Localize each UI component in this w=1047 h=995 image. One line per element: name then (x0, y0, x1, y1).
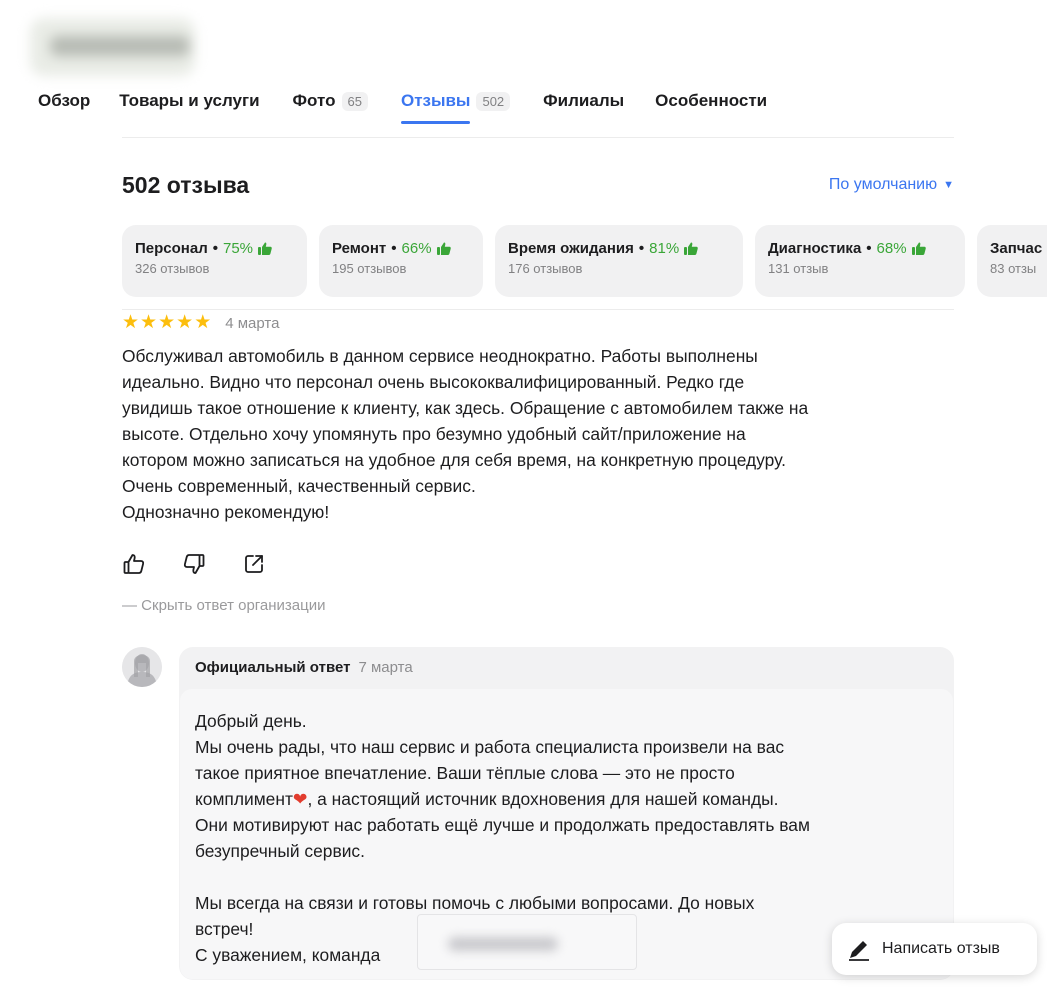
person-icon (122, 647, 162, 687)
aspect-count: 83 отзы (990, 261, 1037, 276)
aspect-filters: Персонал • 75% 326 отзывов Ремонт • 66% 195 … (122, 225, 1047, 297)
tab-branches[interactable]: Филиалы (543, 88, 624, 114)
thumbs-up-icon (684, 242, 698, 255)
star-icon: ★ (194, 312, 212, 333)
aspect-name: Диагностика (768, 240, 862, 257)
tab-label: Филиалы (543, 91, 625, 110)
thumbs-up-icon (436, 242, 451, 255)
write-review-button[interactable]: Написать отзыв (832, 923, 1037, 975)
aspect-percent: 68% (876, 240, 907, 257)
aspect-percent: 75% (223, 240, 254, 257)
aspect-chip-staff[interactable]: Персонал • 75% 326 отзывов (122, 225, 307, 297)
tab-label: Товары и услуги (119, 91, 260, 110)
aspect-chip-repair[interactable]: Ремонт • 66% 195 отзывов (319, 225, 483, 297)
star-icon: ★ (158, 312, 176, 333)
star-icon: ★ (122, 312, 140, 333)
blurred-company-name (417, 914, 637, 970)
aspect-percent: 66% (401, 240, 432, 257)
heart-icon: ❤ (292, 789, 308, 809)
aspect-percent: 81% (649, 240, 680, 257)
aspect-chip-parts[interactable]: Запчас 83 отзы (977, 225, 1047, 297)
aspect-count: 326 отзывов (135, 261, 210, 276)
aspect-count: 195 отзывов (332, 261, 407, 276)
caret-down-icon: ▼ (943, 179, 954, 191)
answer-header: Официальный ответ 7 марта (195, 659, 413, 676)
tab-count: 65 (341, 91, 368, 111)
answer-date: 7 марта (358, 659, 413, 676)
tab-label: Особенности (655, 91, 768, 110)
star-icon: ★ (176, 312, 194, 333)
like-icon[interactable] (122, 552, 146, 576)
write-review-label: Написать отзыв (882, 940, 1000, 957)
aspect-chip-waiting-time[interactable]: Время ожидания • 81% 176 отзывов (495, 225, 743, 297)
thumbs-up-icon (911, 242, 926, 255)
pencil-icon (849, 941, 869, 961)
dislike-icon[interactable] (182, 552, 206, 576)
org-tabs: Обзор Товары и услуги Фото 65 Отзывы 502… (38, 88, 767, 124)
answer-label: Официальный ответ (195, 659, 351, 676)
review-actions (122, 552, 266, 576)
reviews-heading: 502 отзыва (122, 172, 250, 198)
sort-dropdown[interactable]: По умолчанию ▼ (829, 176, 954, 194)
aspect-name: Ремонт (332, 240, 387, 257)
tab-count: 502 (476, 91, 511, 111)
thumbs-up-icon (258, 242, 272, 255)
divider (122, 137, 954, 138)
aspect-count: 176 отзывов (508, 261, 583, 276)
hide-answer-link[interactable]: — Скрыть ответ организации (122, 597, 326, 614)
tab-label: Отзывы (400, 91, 471, 110)
tab-goods-services[interactable]: Товары и услуги (119, 88, 259, 114)
active-tab-indicator (400, 121, 470, 124)
review-rating: ★ ★ ★ ★ ★ 4 марта (122, 313, 279, 333)
blurred-logo (30, 18, 195, 76)
tab-label: Обзор (38, 91, 91, 110)
aspect-name: Время ожидания (508, 240, 634, 257)
review-text: Обслуживал автомобиль в данном сервисе н… (122, 346, 809, 522)
tab-label: Фото (292, 91, 336, 110)
aspect-name: Запчас (990, 240, 1043, 257)
aspect-chip-diagnostics[interactable]: Диагностика • 68% 131 отзыв (755, 225, 965, 297)
tab-features[interactable]: Особенности (655, 88, 767, 114)
divider (122, 309, 954, 310)
sort-label: По умолчанию (828, 176, 938, 193)
aspect-count: 131 отзыв (768, 261, 829, 276)
tab-photos[interactable]: Фото 65 (293, 88, 368, 114)
org-avatar (122, 647, 162, 687)
share-icon[interactable] (242, 552, 266, 576)
star-icon: ★ (140, 312, 158, 333)
aspect-name: Персонал (135, 240, 208, 257)
review-date: 4 марта (225, 314, 280, 332)
tab-reviews[interactable]: Отзывы 502 (400, 88, 511, 124)
tab-overview[interactable]: Обзор (38, 88, 90, 114)
